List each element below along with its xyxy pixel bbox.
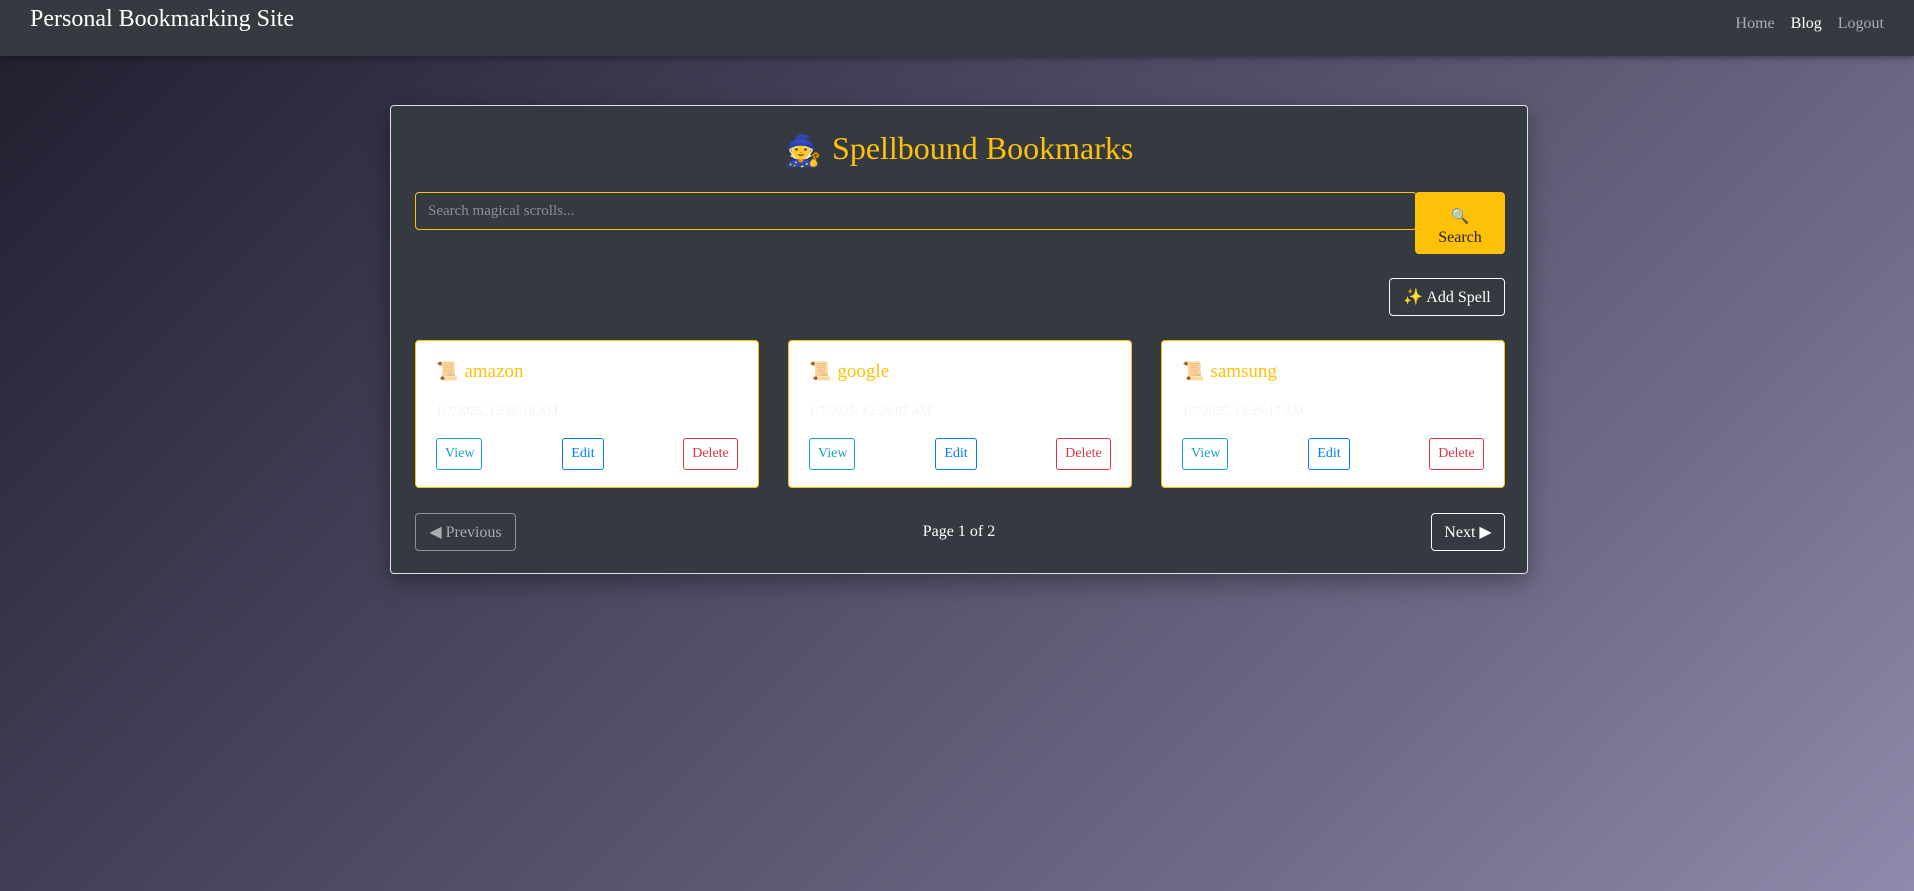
search-button-label: Search [1438,229,1482,246]
nav-link-blog[interactable]: Blog [1791,15,1822,33]
bookmarks-panel: 🧙 Spellbound Bookmarks 🔍 Search ✨ Add Spe… [390,105,1528,574]
bookmark-card-google: 📜 google 1/7/2025, 12:28:07 AM View Edit … [788,340,1132,488]
bookmark-date: 1/7/2025, 12:28:17 AM [1182,403,1305,418]
next-page-button[interactable]: Next ▶ [1431,513,1505,551]
nav-link-home[interactable]: Home [1736,15,1775,33]
view-button[interactable]: View [1182,438,1228,470]
bookmark-title-text: amazon [464,361,524,382]
magnifier-icon: 🔍 [1450,209,1470,225]
search-input[interactable] [415,192,1417,230]
search-button[interactable]: 🔍 Search [1415,192,1505,254]
page-indicator: Page 1 of 2 [922,523,996,540]
top-navbar: Personal Bookmarking Site Home Blog Logo… [0,0,1914,56]
edit-button[interactable]: Edit [935,438,977,470]
delete-button[interactable]: Delete [1429,438,1484,470]
view-button[interactable]: View [436,438,482,470]
bookmark-date: 1/7/2025, 12:28:07 AM [809,403,932,418]
page-title: 🧙 Spellbound Bookmarks [391,130,1527,169]
bookmark-card-amazon: 📜 amazon 1/7/2025, 12:28:18 AM View Edit … [415,340,759,488]
scroll-icon: 📜 [1182,361,1205,381]
bookmark-date: 1/7/2025, 12:28:18 AM [436,403,559,418]
add-spell-button[interactable]: ✨ Add Spell [1389,278,1505,316]
site-brand[interactable]: Personal Bookmarking Site [30,6,294,33]
bookmark-card-samsung: 📜 samsung 1/7/2025, 12:28:17 AM View Edit… [1161,340,1505,488]
nav-links: Home Blog Logout [1720,15,1884,33]
wizard-icon: 🧙 [784,135,823,168]
scroll-icon: 📜 [809,361,832,381]
bookmark-title-text: samsung [1210,361,1277,382]
bookmark-title[interactable]: 📜 samsung [1182,361,1277,383]
bookmark-title-text: google [837,361,890,382]
bookmark-title[interactable]: 📜 amazon [436,361,524,383]
page-title-text: Spellbound Bookmarks [832,130,1134,166]
delete-button[interactable]: Delete [1056,438,1111,470]
bookmark-title[interactable]: 📜 google [809,361,889,383]
scroll-icon: 📜 [436,361,459,381]
delete-button[interactable]: Delete [683,438,738,470]
edit-button[interactable]: Edit [1308,438,1350,470]
nav-link-logout[interactable]: Logout [1838,15,1884,33]
view-button[interactable]: View [809,438,855,470]
edit-button[interactable]: Edit [562,438,604,470]
